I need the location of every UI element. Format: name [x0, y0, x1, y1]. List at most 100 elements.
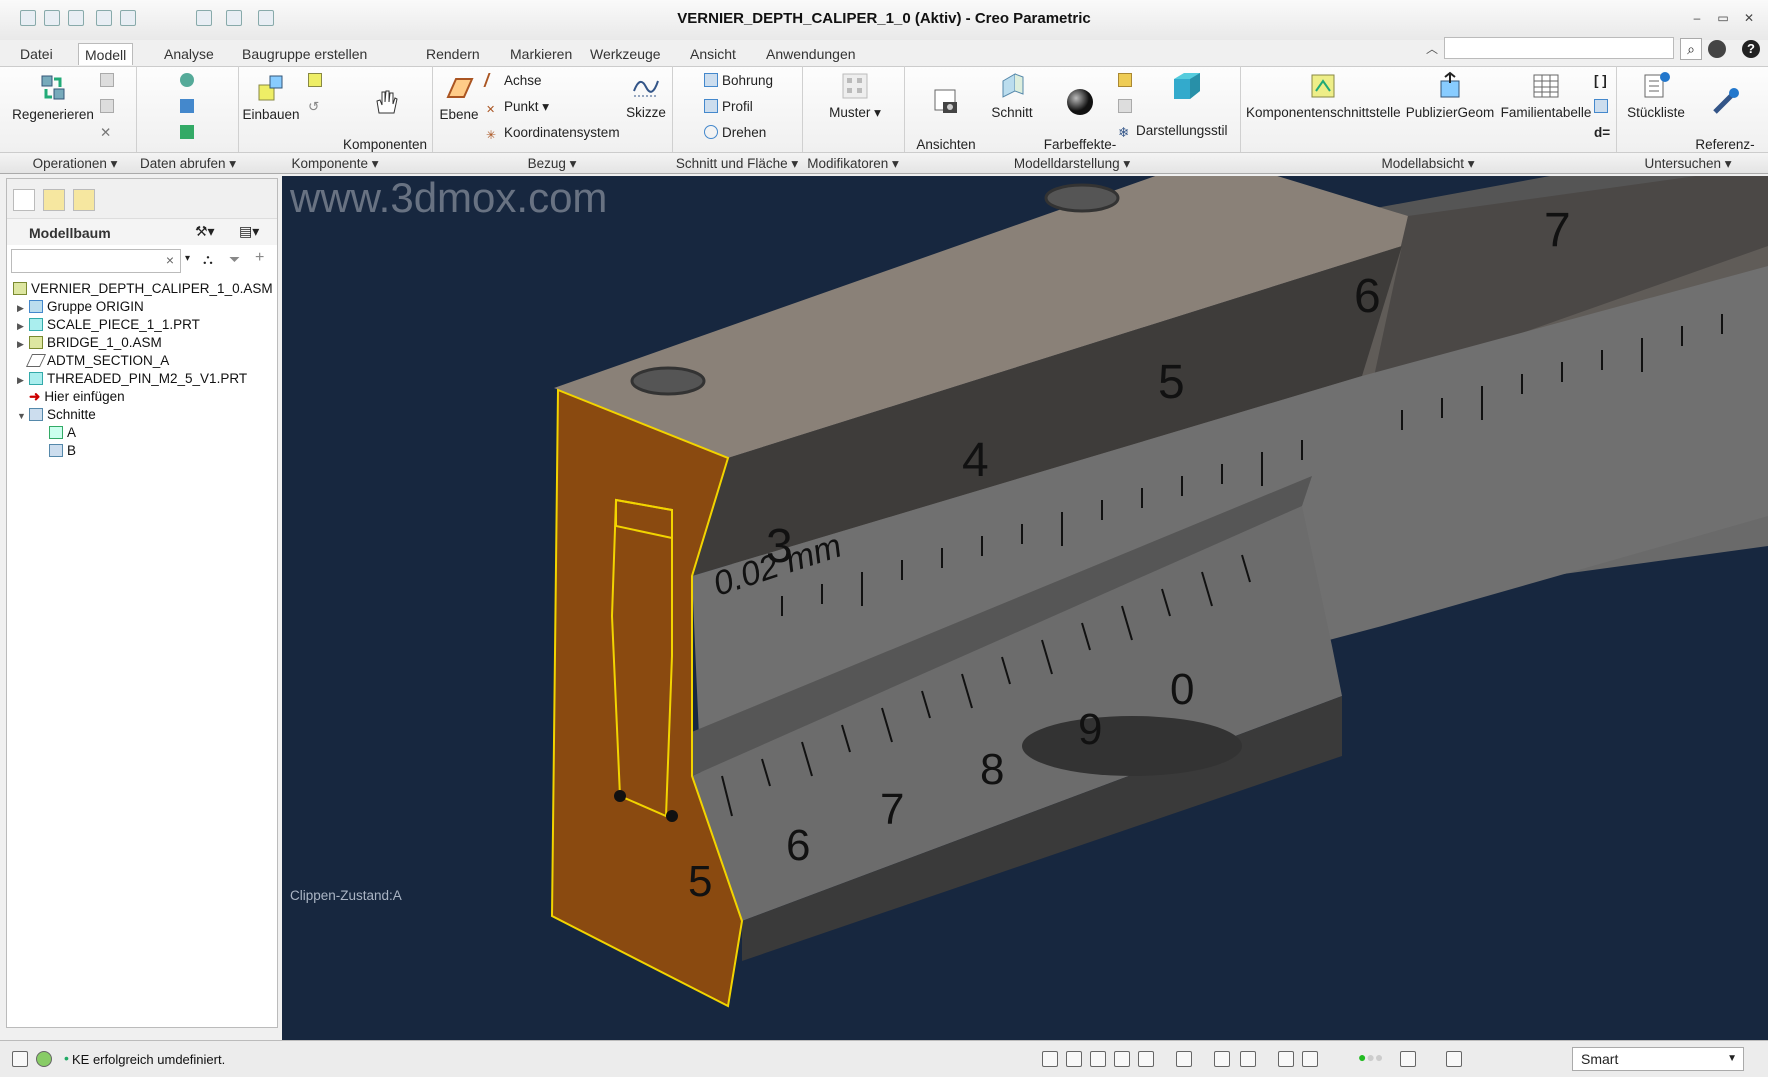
group-operations[interactable]: Operationen ▾: [20, 156, 130, 172]
display-style-status-icon[interactable]: [1138, 1051, 1154, 1067]
tab-tools[interactable]: Werkzeuge: [584, 43, 667, 65]
tab-assembly[interactable]: Baugruppe erstellen: [236, 43, 373, 65]
parameters-icon[interactable]: [ ]: [1594, 73, 1607, 89]
tab-model[interactable]: Modell: [78, 43, 134, 65]
create-component-icon[interactable]: [308, 73, 326, 89]
component-interface-button[interactable]: Komponentenschnittstelle: [1246, 71, 1401, 121]
copy-geometry-icon[interactable]: [180, 99, 198, 115]
funnel-icon[interactable]: ⏷: [229, 251, 240, 268]
display-style-button[interactable]: ❄ Darstellungsstil: [1118, 123, 1228, 140]
bom-button[interactable]: Stückliste: [1622, 71, 1690, 121]
tree-item-section-b[interactable]: B: [49, 443, 76, 459]
hole-button[interactable]: Bohrung: [704, 73, 773, 89]
tab-annotate[interactable]: Markieren: [504, 43, 578, 65]
group-modifiers[interactable]: Modifikatoren ▾: [804, 156, 902, 172]
show-navigator-icon[interactable]: [12, 1051, 28, 1067]
minimize-icon[interactable]: –: [1690, 12, 1704, 24]
clear-filter-icon[interactable]: ×: [166, 252, 174, 268]
expand-arrow-icon[interactable]: ▶: [17, 300, 29, 316]
simplified-rep-icon[interactable]: [1118, 99, 1136, 115]
show-browser-icon[interactable]: [36, 1051, 52, 1067]
model-tree-tab-icon[interactable]: [13, 189, 35, 211]
group-investigate[interactable]: Untersuchen ▾: [1618, 156, 1758, 172]
group-cut-surface[interactable]: Schnitt und Fläche ▾: [674, 156, 800, 172]
repeat-icon[interactable]: ↺: [308, 99, 319, 115]
regenerate-button[interactable]: Regenerieren: [12, 73, 94, 123]
tree-item-group-origin[interactable]: ▶ Gruppe ORIGIN: [17, 299, 144, 316]
tree-filter-input[interactable]: ×: [11, 249, 181, 273]
point-button[interactable]: ✕ Punkt ▾: [486, 99, 549, 116]
folder-browser-tab-icon[interactable]: [43, 189, 65, 211]
collapse-ribbon-icon[interactable]: ︿: [1426, 40, 1438, 57]
datum-display-icon[interactable]: [1240, 1051, 1256, 1067]
plane-button[interactable]: Ebene: [438, 73, 480, 123]
collapse-arrow-icon[interactable]: ▼: [17, 408, 29, 424]
find-icon[interactable]: ⛬: [203, 251, 213, 268]
expand-arrow-icon[interactable]: ▶: [17, 336, 29, 352]
favorites-tab-icon[interactable]: [73, 189, 95, 211]
section-button[interactable]: Schnitt: [988, 71, 1036, 121]
repaint-icon[interactable]: [1114, 1051, 1130, 1067]
expand-arrow-icon[interactable]: ▶: [17, 318, 29, 334]
graphics-viewport[interactable]: 3 4 5 6 7 5 6 7 8 9 0 0.02 mm www.3dmox.…: [282, 176, 1768, 1040]
tab-analysis[interactable]: Analyse: [158, 43, 220, 65]
publish-geom-button[interactable]: PublizierGeom: [1402, 71, 1498, 121]
community-icon[interactable]: [1708, 40, 1726, 58]
tab-applications[interactable]: Anwendungen: [760, 43, 862, 65]
selection-box-icon[interactable]: [1446, 1051, 1462, 1067]
tab-file[interactable]: Datei: [14, 43, 59, 65]
close-icon[interactable]: ✕: [1742, 12, 1756, 24]
expand-arrow-icon[interactable]: ▶: [17, 372, 29, 388]
pattern-button[interactable]: Muster ▾: [822, 71, 888, 121]
group-get-data[interactable]: Daten abrufen ▾: [138, 156, 238, 172]
add-icon[interactable]: +: [255, 249, 264, 267]
annotation-display-icon[interactable]: [1278, 1051, 1294, 1067]
tab-render[interactable]: Rendern: [420, 43, 486, 65]
help-icon[interactable]: ?: [1742, 40, 1760, 58]
coord-system-button[interactable]: ✳ Koordinatensystem: [486, 125, 620, 142]
group-component[interactable]: Komponente ▾: [240, 156, 430, 172]
tree-item-section-a[interactable]: A: [49, 425, 76, 441]
tree-item-threaded-pin[interactable]: ▶ THREADED_PIN_M2_5_V1.PRT: [17, 371, 247, 388]
profile-button[interactable]: Profil: [704, 99, 753, 115]
sketch-button[interactable]: Skizze: [620, 71, 672, 121]
tree-columns-icon[interactable]: ▤▾: [239, 223, 259, 240]
tab-view[interactable]: Ansicht: [684, 43, 742, 65]
search-input[interactable]: [1444, 37, 1674, 59]
layers-icon[interactable]: [1118, 73, 1136, 89]
copy-icon[interactable]: [100, 73, 118, 89]
zoom-out-icon[interactable]: [1090, 1051, 1106, 1067]
revolve-button[interactable]: Drehen: [704, 125, 766, 141]
switch-dimensions-icon[interactable]: [1594, 99, 1612, 115]
axis-button[interactable]: Achse: [483, 73, 542, 89]
tree-item-insert-here[interactable]: ➜ Hier einfügen: [29, 389, 125, 405]
delete-icon[interactable]: ✕: [100, 125, 111, 141]
tree-item-root[interactable]: VERNIER_DEPTH_CALIPER_1_0.ASM: [13, 281, 273, 297]
filter-dropdown-icon[interactable]: ▾: [185, 253, 190, 264]
tree-settings-icon[interactable]: ⚒▾: [195, 223, 215, 240]
shrinkwrap-icon[interactable]: [180, 125, 198, 141]
paste-icon[interactable]: [100, 99, 118, 115]
assemble-button[interactable]: Einbauen: [240, 73, 302, 123]
tree-item-scale-piece[interactable]: ▶ SCALE_PIECE_1_1.PRT: [17, 317, 200, 334]
group-model-display[interactable]: Modelldarstellung ▾: [906, 156, 1238, 172]
group-model-intent[interactable]: Modellabsicht ▾: [1242, 156, 1614, 172]
tree-item-datum-plane[interactable]: ADTM_SECTION_A: [25, 353, 169, 369]
zoom-in-icon[interactable]: [1066, 1051, 1082, 1067]
assembly-icon: [13, 282, 27, 295]
search-icon[interactable]: ⌕: [1680, 38, 1702, 60]
selection-filter-select[interactable]: Smart ▼: [1572, 1047, 1744, 1071]
find-status-icon[interactable]: [1400, 1051, 1416, 1067]
relations-button[interactable]: d=: [1594, 125, 1610, 141]
view-manager-icon[interactable]: [1214, 1051, 1230, 1067]
maximize-icon[interactable]: ▭: [1716, 12, 1730, 24]
shaded-cube-icon[interactable]: [1170, 69, 1204, 107]
user-defined-feature-icon[interactable]: [180, 73, 198, 89]
spin-center-icon[interactable]: [1302, 1051, 1318, 1067]
saved-orientations-icon[interactable]: [1176, 1051, 1192, 1067]
refit-icon[interactable]: [1042, 1051, 1058, 1067]
tree-item-bridge[interactable]: ▶ BRIDGE_1_0.ASM: [17, 335, 162, 352]
group-datum[interactable]: Bezug ▾: [434, 156, 670, 172]
family-table-button[interactable]: Familientabelle: [1498, 71, 1594, 121]
tree-item-sections[interactable]: ▼ Schnitte: [17, 407, 96, 424]
